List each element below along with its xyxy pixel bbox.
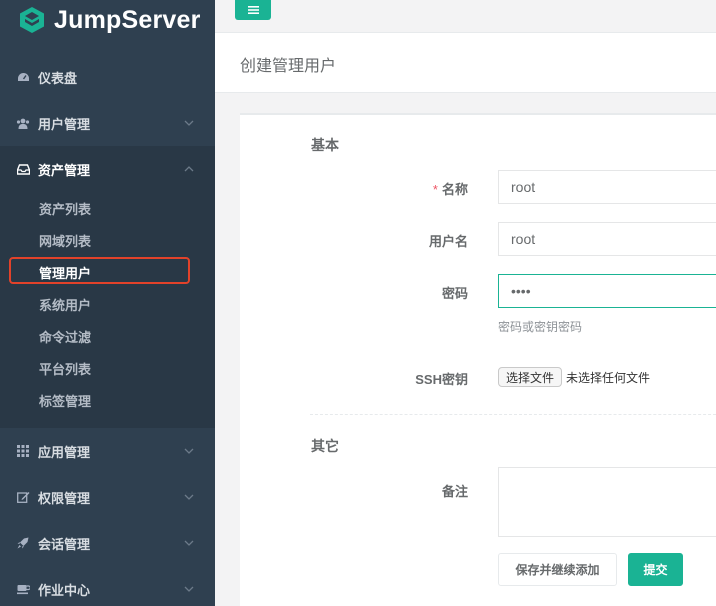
- sidebar-item-permissions[interactable]: 权限管理: [0, 474, 215, 520]
- sidebar-item-dashboard[interactable]: 仪表盘: [0, 54, 215, 100]
- asset-menu-group: 资产管理 资产列表 网域列表 管理用户 系统用户 命令过滤 平台列表 标签管理: [0, 146, 215, 428]
- rocket-icon: [16, 536, 30, 550]
- username-label: 用户名: [428, 234, 468, 249]
- page-title: 创建管理用户: [240, 58, 337, 75]
- submenu-domain-list[interactable]: 网域列表: [0, 224, 215, 256]
- password-input[interactable]: [498, 274, 716, 308]
- coffee-icon: [16, 582, 30, 596]
- inbox-icon: [16, 162, 30, 176]
- page-heading: 创建管理用户: [215, 33, 716, 93]
- form-card: 基本 *名称 用户名 密码 密码或密钥密码 SSH密钥 选择文件 未选择任何文件…: [240, 113, 716, 606]
- sidebar-toggle-button[interactable]: [235, 0, 271, 20]
- chevron-up-icon: [184, 166, 194, 172]
- chevron-down-icon: [184, 494, 194, 500]
- sidebar-item-assets[interactable]: 资产管理: [0, 146, 215, 192]
- sidebar-item-label: 仪表盘: [38, 70, 78, 86]
- logo[interactable]: JumpServer: [0, 0, 215, 52]
- active-item-highlight: [9, 257, 190, 284]
- topbar: [215, 0, 716, 33]
- sidebar-item-jobs[interactable]: 作业中心: [0, 566, 215, 606]
- sidebar-item-label: 权限管理: [38, 490, 91, 506]
- dashboard-icon: [16, 70, 30, 84]
- sidebar-item-label: 用户管理: [38, 116, 91, 132]
- password-label: 密码: [441, 286, 468, 301]
- submenu-platform-list[interactable]: 平台列表: [0, 352, 215, 384]
- sidebar-item-label: 作业中心: [38, 582, 91, 598]
- name-label: * 名称: [328, 179, 468, 198]
- name-input[interactable]: [498, 170, 716, 204]
- chevron-down-icon: [184, 448, 194, 454]
- sidebar-item-label: 会话管理: [38, 536, 91, 552]
- users-icon: [16, 116, 30, 130]
- logo-text: JumpServer: [54, 5, 201, 34]
- chevron-down-icon: [184, 586, 194, 592]
- file-status-text: 未选择任何文件: [566, 371, 651, 385]
- comment-label: 备注: [441, 484, 468, 499]
- edit-icon: [16, 490, 30, 504]
- sidebar-item-label: 资产管理: [38, 162, 91, 178]
- other-section-title: 其它: [311, 438, 339, 454]
- hamburger-icon: [247, 6, 259, 14]
- submenu-command-filter[interactable]: 命令过滤: [0, 320, 215, 352]
- chevron-down-icon: [184, 540, 194, 546]
- sidebar-item-users[interactable]: 用户管理: [0, 100, 215, 146]
- submenu-asset-list[interactable]: 资产列表: [0, 192, 215, 224]
- name-label-text: 名称: [441, 182, 468, 197]
- comment-textarea[interactable]: [498, 467, 716, 537]
- submenu-label-management[interactable]: 标签管理: [0, 384, 215, 416]
- password-help-text: 密码或密钥密码: [498, 320, 583, 334]
- choose-file-button[interactable]: 选择文件: [498, 367, 563, 387]
- grid-icon: [16, 444, 30, 458]
- chevron-down-icon: [184, 120, 194, 126]
- basic-section-title: 基本: [311, 137, 339, 153]
- sidebar-item-applications[interactable]: 应用管理: [0, 428, 215, 474]
- username-input[interactable]: [498, 222, 716, 256]
- required-mark: *: [432, 182, 438, 197]
- jumpserver-logo-icon: [20, 7, 44, 33]
- ssh-key-label: SSH密钥: [415, 372, 468, 387]
- save-and-continue-button[interactable]: 保存并继续添加: [498, 553, 617, 586]
- sidebar-item-label: 应用管理: [38, 444, 91, 460]
- submenu-system-user[interactable]: 系统用户: [0, 288, 215, 320]
- sidebar-item-sessions[interactable]: 会话管理: [0, 520, 215, 566]
- submit-button[interactable]: 提交: [628, 553, 683, 586]
- section-divider: [310, 414, 716, 415]
- sidebar: JumpServer 仪表盘 用户管理 资产管理 资产列表 网域列表 管理用户 …: [0, 0, 215, 606]
